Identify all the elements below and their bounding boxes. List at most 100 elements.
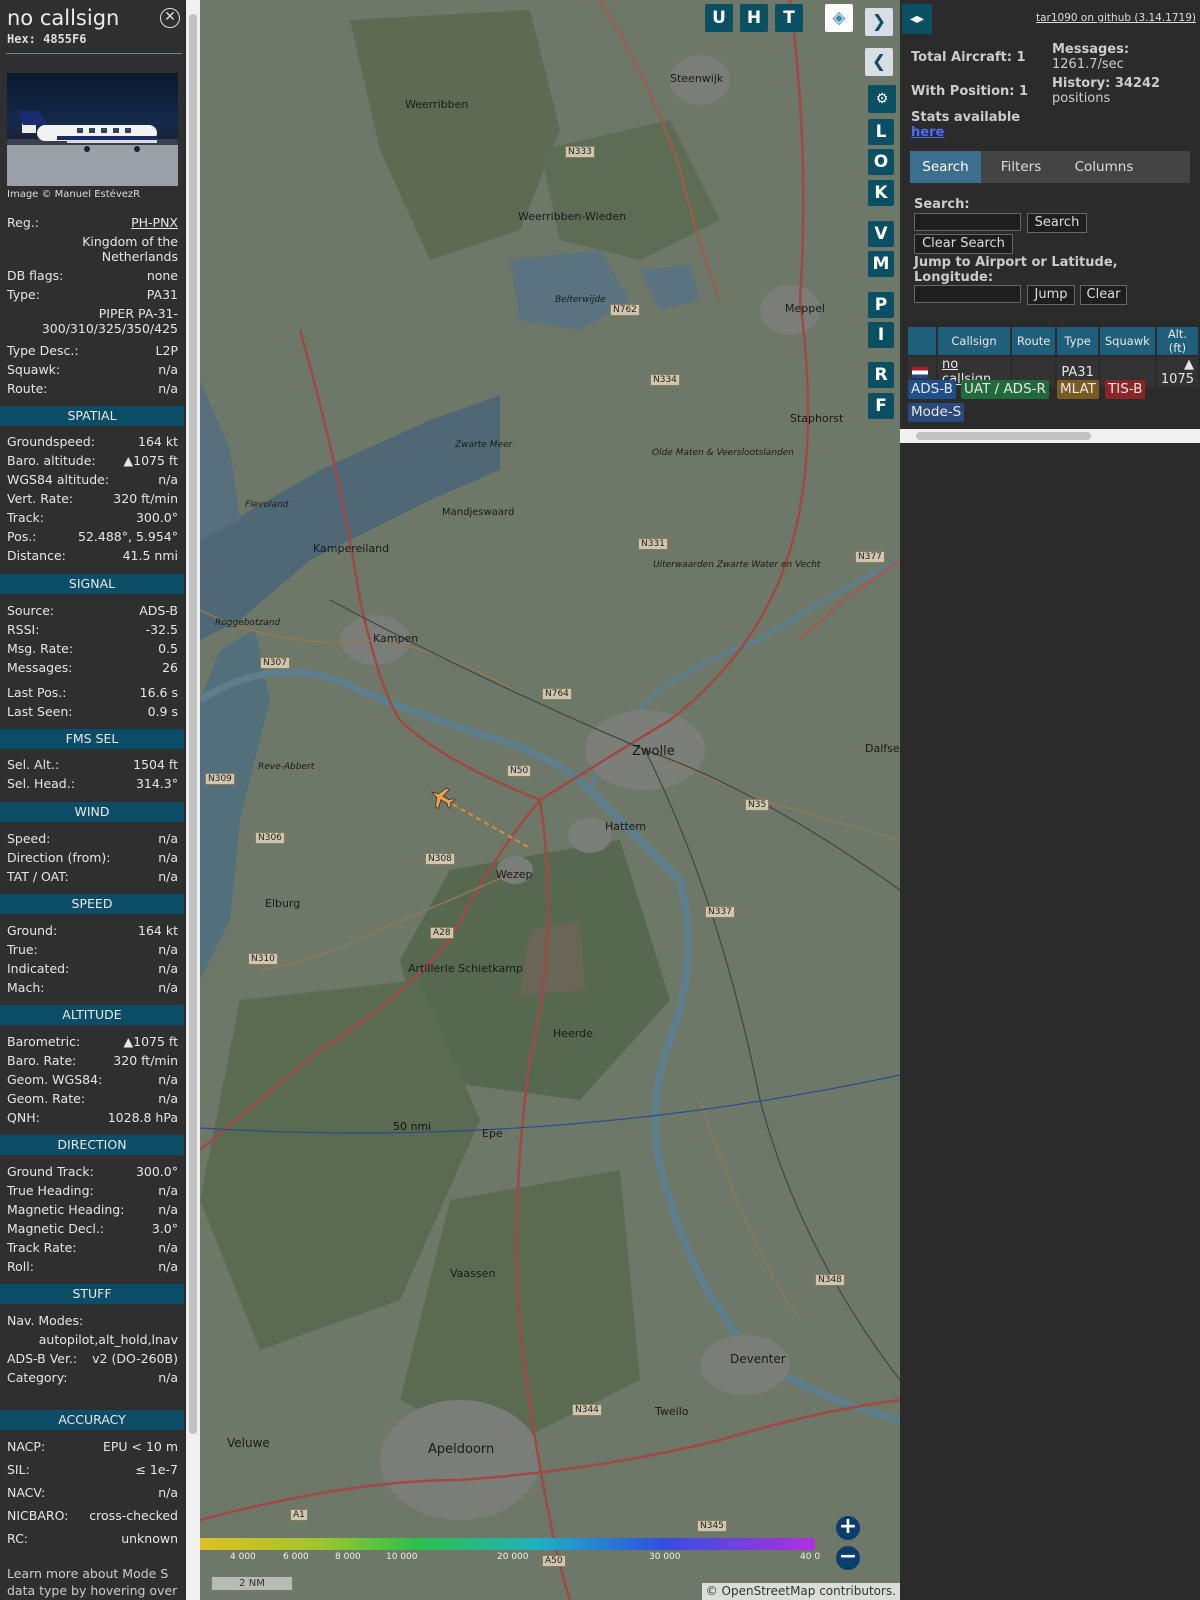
road-label: N310 bbox=[248, 953, 278, 965]
altitude-legend-tick: 4 000 bbox=[230, 1552, 256, 1560]
sidebar-toggle-icon[interactable]: ◂▸ bbox=[902, 4, 932, 34]
section-altitude: ALTITUDE bbox=[0, 1005, 184, 1025]
map-button-v[interactable]: V bbox=[868, 221, 894, 247]
map-place-label: Hattem bbox=[605, 820, 647, 833]
search-button[interactable]: Search bbox=[1027, 213, 1087, 233]
clear-search-button[interactable]: Clear Search bbox=[914, 234, 1013, 254]
table-header-row: Callsign Route Type Squawk Alt. (ft) bbox=[908, 327, 1198, 355]
road-label: N50 bbox=[507, 765, 532, 777]
col-squawk[interactable]: Squawk bbox=[1099, 327, 1155, 355]
map-button-p[interactable]: P bbox=[868, 292, 894, 318]
jump-input[interactable] bbox=[914, 285, 1021, 303]
close-icon[interactable]: ✕ bbox=[160, 8, 180, 28]
map-place-label: Weerribben bbox=[405, 98, 469, 111]
map-place-label: Artillerie Schietkamp bbox=[408, 962, 523, 975]
col-altitude[interactable]: Alt. (ft) bbox=[1156, 327, 1198, 355]
zoom-in-icon[interactable]: + bbox=[836, 1516, 860, 1540]
map-button-u[interactable]: U bbox=[705, 4, 733, 32]
jump-label: Jump to Airport or Latitude, Longitude: bbox=[914, 255, 1118, 285]
stats-link[interactable]: here bbox=[911, 125, 944, 140]
tab-filters[interactable]: Filters bbox=[985, 151, 1057, 183]
messages-value: 1261.7/sec bbox=[1052, 57, 1124, 72]
map-place-label: Kampereiland bbox=[313, 542, 390, 555]
map-button-o[interactable]: O bbox=[868, 149, 894, 175]
section-fms-sel: FMS SEL bbox=[0, 729, 184, 749]
map-place-label: Meppel bbox=[785, 302, 826, 315]
section-signal: SIGNAL bbox=[0, 574, 184, 594]
with-position: With Position: 1 bbox=[911, 84, 1029, 99]
road-label: N348 bbox=[815, 1274, 845, 1286]
map-button-f[interactable]: F bbox=[868, 393, 894, 419]
legend-tisb[interactable]: TIS-B bbox=[1105, 380, 1146, 399]
map-place-label: Mandjeswaard bbox=[442, 507, 515, 518]
zoom-out-icon[interactable]: − bbox=[836, 1546, 860, 1570]
altitude-legend-tick: 6 000 bbox=[283, 1552, 309, 1560]
map-place-label: Apeldoorn bbox=[428, 1442, 495, 1457]
map-place-label: Zwolle bbox=[632, 744, 675, 759]
country: Kingdom of the Netherlands bbox=[82, 234, 178, 264]
messages-label: Messages: bbox=[1052, 42, 1130, 57]
history-label: History: 34242 bbox=[1052, 76, 1161, 91]
registration-link[interactable]: PH-PNX bbox=[131, 215, 178, 230]
map-place-label: Vaassen bbox=[450, 1267, 496, 1280]
map-place-label: Roggebotzand bbox=[215, 618, 281, 628]
map-button-l[interactable]: L bbox=[868, 119, 894, 145]
map-place-label: Reve-Abbert bbox=[258, 762, 315, 772]
map-place-label: Uiterwaarden Zwarte Water en Vecht bbox=[653, 560, 821, 570]
map-view[interactable]: Steenwijk Weerribben Weerribben-Wieden Belt… bbox=[200, 0, 900, 1600]
road-label: N308 bbox=[425, 853, 455, 865]
github-link[interactable]: tar1090 on github (3.14.1719) bbox=[1036, 12, 1196, 24]
road-label: N764 bbox=[542, 688, 572, 700]
map-attribution[interactable]: © OpenStreetMap contributors. bbox=[701, 1583, 900, 1600]
settings-gear-icon[interactable]: ⚙ bbox=[868, 85, 896, 113]
map-place-label: Olde Maten & Veerslootslanden bbox=[652, 448, 794, 458]
search-label: Search: bbox=[914, 197, 970, 212]
aircraft-photo[interactable] bbox=[7, 73, 178, 186]
legend-mlat[interactable]: MLAT bbox=[1057, 380, 1099, 399]
altitude-legend-tick: 30 000 bbox=[649, 1552, 681, 1560]
section-wind: WIND bbox=[0, 802, 184, 822]
map-button-t[interactable]: T bbox=[775, 4, 803, 32]
road-label: N333 bbox=[565, 146, 595, 158]
collapse-left-icon[interactable]: ❮ bbox=[865, 48, 893, 76]
tab-columns[interactable]: Columns bbox=[1060, 151, 1148, 183]
col-callsign[interactable]: Callsign bbox=[938, 327, 1010, 355]
legend-modes[interactable]: Mode-S bbox=[908, 403, 965, 422]
scrollbar-thumb[interactable] bbox=[916, 432, 1091, 440]
altitude-legend-tick: 8 000 bbox=[335, 1552, 361, 1560]
section-stuff: STUFF bbox=[0, 1284, 184, 1304]
table-horizontal-scrollbar[interactable] bbox=[900, 429, 1200, 443]
section-speed: SPEED bbox=[0, 894, 184, 914]
map-place-label: Dalfsen bbox=[865, 742, 900, 755]
road-label: N337 bbox=[705, 906, 735, 918]
scrollbar-thumb[interactable] bbox=[189, 14, 197, 1434]
collapse-right-icon[interactable]: ❯ bbox=[865, 8, 893, 36]
tab-search[interactable]: Search bbox=[910, 151, 981, 183]
search-input[interactable] bbox=[914, 213, 1021, 231]
map-place-label: Weerribben-Wieden bbox=[518, 210, 627, 223]
selected-hex: Hex: 4855F6 bbox=[7, 32, 87, 46]
row-altitude: ▲ 1075 bbox=[1156, 357, 1198, 387]
layers-icon[interactable]: ◈ bbox=[825, 4, 853, 32]
legend-uat-adsr[interactable]: UAT / ADS-R bbox=[961, 380, 1049, 399]
col-type[interactable]: Type bbox=[1057, 327, 1098, 355]
road-label: N377 bbox=[855, 551, 885, 563]
map-place-label: Elburg bbox=[265, 897, 301, 910]
clear-button[interactable]: Clear bbox=[1080, 285, 1127, 305]
jump-button[interactable]: Jump bbox=[1027, 285, 1075, 305]
map-place-label: Belterwijde bbox=[555, 295, 606, 305]
map-button-k[interactable]: K bbox=[868, 180, 894, 206]
map-button-i[interactable]: I bbox=[868, 322, 894, 348]
col-route[interactable]: Route bbox=[1012, 327, 1056, 355]
map-button-r[interactable]: R bbox=[868, 362, 894, 388]
info-panel-scrollbar[interactable] bbox=[186, 0, 200, 1600]
road-label: N307 bbox=[260, 657, 290, 669]
map-button-m[interactable]: M bbox=[868, 251, 894, 277]
map-place-label: Wezep bbox=[496, 868, 533, 881]
legend-adsb[interactable]: ADS-B bbox=[908, 380, 956, 399]
map-place-label: Kampen bbox=[373, 632, 419, 645]
map-place-label: Twello bbox=[655, 1405, 689, 1418]
range-ring-label: 50 nmi bbox=[393, 1120, 432, 1133]
history-value: positions bbox=[1052, 91, 1111, 106]
map-button-h[interactable]: H bbox=[740, 4, 768, 32]
